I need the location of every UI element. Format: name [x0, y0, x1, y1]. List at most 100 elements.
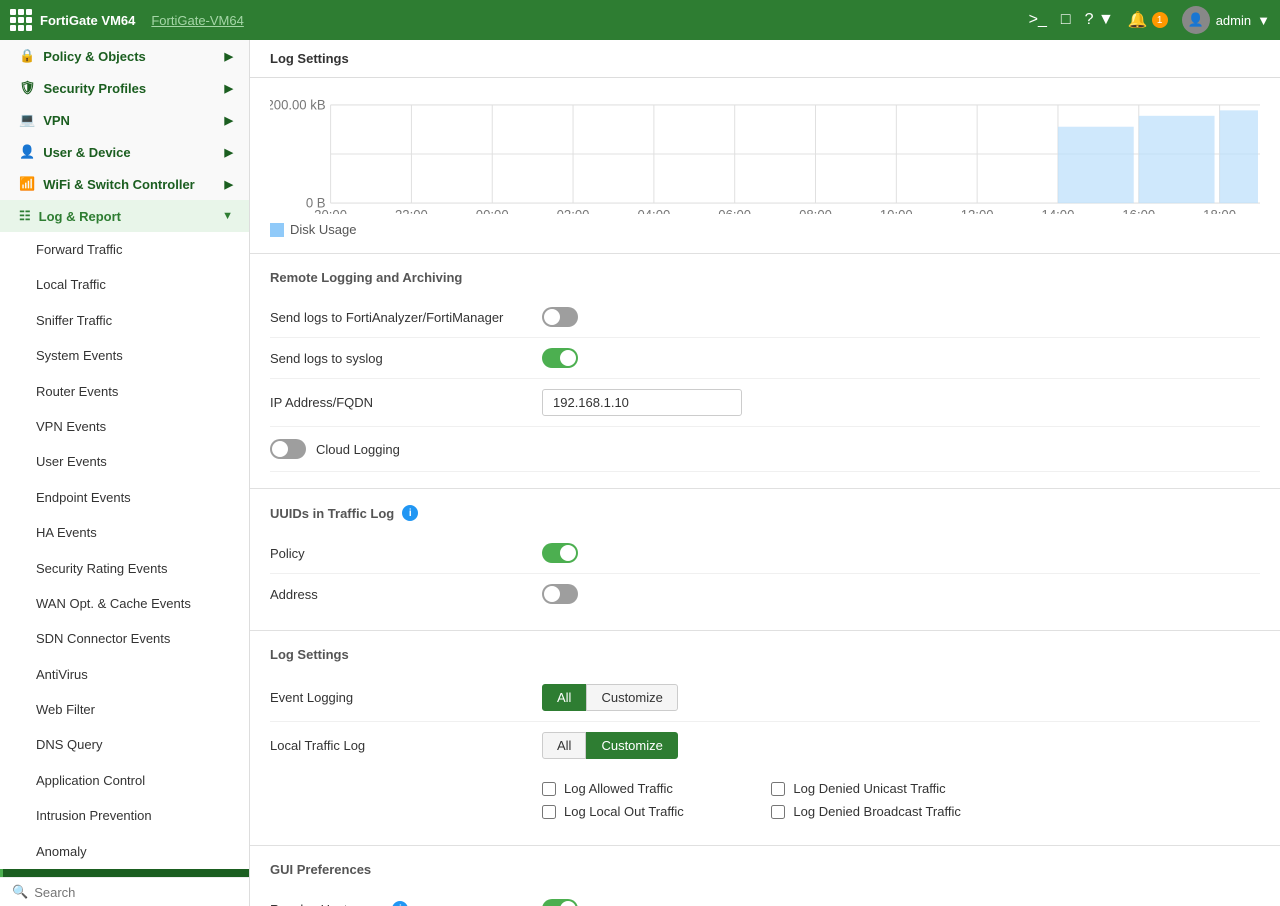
lock-icon: 🔒: [19, 48, 35, 64]
log-denied-unicast-label: Log Denied Unicast Traffic: [793, 781, 945, 796]
uuids-policy-label: Policy: [270, 546, 530, 561]
sidebar-sub-dns-query[interactable]: DNS Query: [0, 727, 249, 762]
uuids-info-icon[interactable]: i: [402, 505, 418, 521]
sidebar-sub-local-traffic[interactable]: Local Traffic: [0, 267, 249, 302]
syslog-row: Send logs to syslog: [270, 338, 1260, 379]
checkbox-log-denied-broadcast[interactable]: Log Denied Broadcast Traffic: [771, 804, 960, 819]
svg-text:10:00: 10:00: [880, 207, 913, 214]
admin-chevron-icon: ▼: [1257, 13, 1270, 28]
uuids-address-toggle[interactable]: [542, 584, 578, 604]
fullscreen-button[interactable]: □: [1061, 11, 1071, 29]
topbar: FortiGate VM64 FortiGate-VM64 >_ □ ? ▼ 🔔…: [0, 0, 1280, 40]
event-customize-button[interactable]: Customize: [586, 684, 677, 711]
log-denied-broadcast-checkbox[interactable]: [771, 805, 785, 819]
sidebar-sub-router-events[interactable]: Router Events: [0, 374, 249, 409]
chart-icon: ☷: [19, 208, 31, 224]
sidebar-item-user-device[interactable]: 👤 User & Device ▶: [0, 136, 249, 168]
sidebar-sub-intrusion-prevention[interactable]: Intrusion Prevention: [0, 798, 249, 833]
page-title: Log Settings: [270, 51, 349, 66]
event-logging-label: Event Logging: [270, 690, 530, 705]
svg-text:14:00: 14:00: [1042, 207, 1075, 214]
sidebar-sub-sdn-connector[interactable]: SDN Connector Events: [0, 621, 249, 656]
sidebar-sub-security-rating-events[interactable]: Security Rating Events: [0, 551, 249, 586]
ip-address-row: IP Address/FQDN: [270, 379, 1260, 427]
svg-text:00:00: 00:00: [476, 207, 509, 214]
shield-icon: 🛡: [19, 80, 36, 96]
search-icon: 🔍: [12, 884, 28, 900]
syslog-toggle-track[interactable]: [542, 348, 578, 368]
sidebar-item-label: User & Device: [43, 145, 130, 160]
sidebar-item-wifi-switch[interactable]: 📶 WiFi & Switch Controller ▶: [0, 168, 249, 200]
log-local-out-checkbox[interactable]: [542, 805, 556, 819]
uuids-policy-toggle[interactable]: [542, 543, 578, 563]
event-logging-row: Event Logging All Customize: [270, 674, 1260, 722]
product-logo: FortiGate VM64: [10, 9, 135, 31]
local-traffic-controls: Local Traffic Log All Customize: [270, 732, 1260, 759]
legend-color-box: [270, 223, 284, 237]
log-denied-broadcast-label: Log Denied Broadcast Traffic: [793, 804, 960, 819]
sidebar-item-vpn[interactable]: 💻 VPN ▶: [0, 104, 249, 136]
terminal-button[interactable]: >_: [1029, 11, 1047, 29]
sidebar-sub-forward-traffic[interactable]: Forward Traffic: [0, 232, 249, 267]
help-button[interactable]: ? ▼: [1085, 11, 1114, 29]
sidebar-sub-sniffer-traffic[interactable]: Sniffer Traffic: [0, 303, 249, 338]
sidebar-sub-application-control[interactable]: Application Control: [0, 763, 249, 798]
svg-text:06:00: 06:00: [718, 207, 751, 214]
checkbox-log-local-out[interactable]: Log Local Out Traffic: [542, 804, 731, 819]
fortianalyzer-row: Send logs to FortiAnalyzer/FortiManager: [270, 297, 1260, 338]
notification-badge: 1: [1152, 12, 1168, 28]
sidebar-item-label: Log & Report: [39, 209, 121, 224]
logo-grid-icon: [10, 9, 32, 31]
resolve-hostnames-toggle[interactable]: [542, 899, 578, 906]
sidebar-sub-wan-opt[interactable]: WAN Opt. & Cache Events: [0, 586, 249, 621]
admin-menu[interactable]: 👤 admin ▼: [1182, 6, 1270, 34]
sidebar-sub-ha-events[interactable]: HA Events: [0, 515, 249, 550]
local-all-button[interactable]: All: [542, 732, 586, 759]
event-all-button[interactable]: All: [542, 684, 586, 711]
search-input[interactable]: [34, 885, 237, 900]
log-denied-unicast-checkbox[interactable]: [771, 782, 785, 796]
fortianalyzer-toggle-track[interactable]: [542, 307, 578, 327]
local-traffic-btn-group: All Customize: [542, 732, 678, 759]
wifi-icon: 📶: [19, 176, 35, 192]
uuids-policy-toggle-track[interactable]: [542, 543, 578, 563]
sidebar-sub-web-filter[interactable]: Web Filter: [0, 692, 249, 727]
chart-section: 200.00 kB 0 B 20:00 22:00 00:00 02:00 04…: [250, 78, 1280, 254]
chevron-right-icon: ▶: [225, 178, 233, 191]
sidebar-item-security-profiles[interactable]: 🛡 Security Profiles ▶: [0, 72, 249, 104]
sidebar-sub-antivirus[interactable]: AntiVirus: [0, 657, 249, 692]
notification-area[interactable]: 🔔 1: [1128, 10, 1168, 30]
device-name-link[interactable]: FortiGate-VM64: [151, 13, 243, 28]
gui-preferences-title: GUI Preferences: [270, 862, 1260, 877]
remote-logging-section: Remote Logging and Archiving Send logs t…: [250, 254, 1280, 489]
sidebar-sub-anomaly[interactable]: Anomaly: [0, 834, 249, 869]
ip-address-input[interactable]: [542, 389, 742, 416]
page-title-bar: Log Settings: [250, 40, 1280, 78]
cloud-toggle-track[interactable]: [270, 439, 306, 459]
resolve-hostnames-row: Resolve Hostnames i: [270, 889, 1260, 906]
sidebar-sub-user-events[interactable]: User Events: [0, 444, 249, 479]
resolve-hostnames-label: Resolve Hostnames: [270, 902, 386, 906]
sidebar-sub-system-events[interactable]: System Events: [0, 338, 249, 373]
sidebar-sub-vpn-events[interactable]: VPN Events: [0, 409, 249, 444]
sidebar-item-log-report[interactable]: ☷ Log & Report ▼: [0, 200, 249, 232]
checkbox-log-denied-unicast[interactable]: Log Denied Unicast Traffic: [771, 781, 960, 796]
syslog-toggle[interactable]: [542, 348, 578, 368]
uuids-address-toggle-track[interactable]: [542, 584, 578, 604]
uuids-section: UUIDs in Traffic Log i Policy Address: [250, 489, 1280, 631]
cloud-toggle[interactable]: [270, 439, 306, 459]
fortianalyzer-toggle[interactable]: [542, 307, 578, 327]
resolve-hostnames-toggle-track[interactable]: [542, 899, 578, 906]
ip-address-label: IP Address/FQDN: [270, 395, 530, 410]
log-allowed-traffic-checkbox[interactable]: [542, 782, 556, 796]
svg-text:02:00: 02:00: [557, 207, 590, 214]
syslog-label: Send logs to syslog: [270, 351, 530, 366]
sidebar-item-policy-objects[interactable]: 🔒 Policy & Objects ▶: [0, 40, 249, 72]
local-customize-button[interactable]: Customize: [586, 732, 677, 759]
resolve-hostnames-info-icon[interactable]: i: [392, 901, 408, 906]
fortianalyzer-label: Send logs to FortiAnalyzer/FortiManager: [270, 310, 530, 325]
chevron-right-icon: ▶: [225, 82, 233, 95]
sidebar-sub-endpoint-events[interactable]: Endpoint Events: [0, 480, 249, 515]
checkbox-log-allowed-traffic[interactable]: Log Allowed Traffic: [542, 781, 731, 796]
cloud-label: Cloud Logging: [316, 442, 400, 457]
